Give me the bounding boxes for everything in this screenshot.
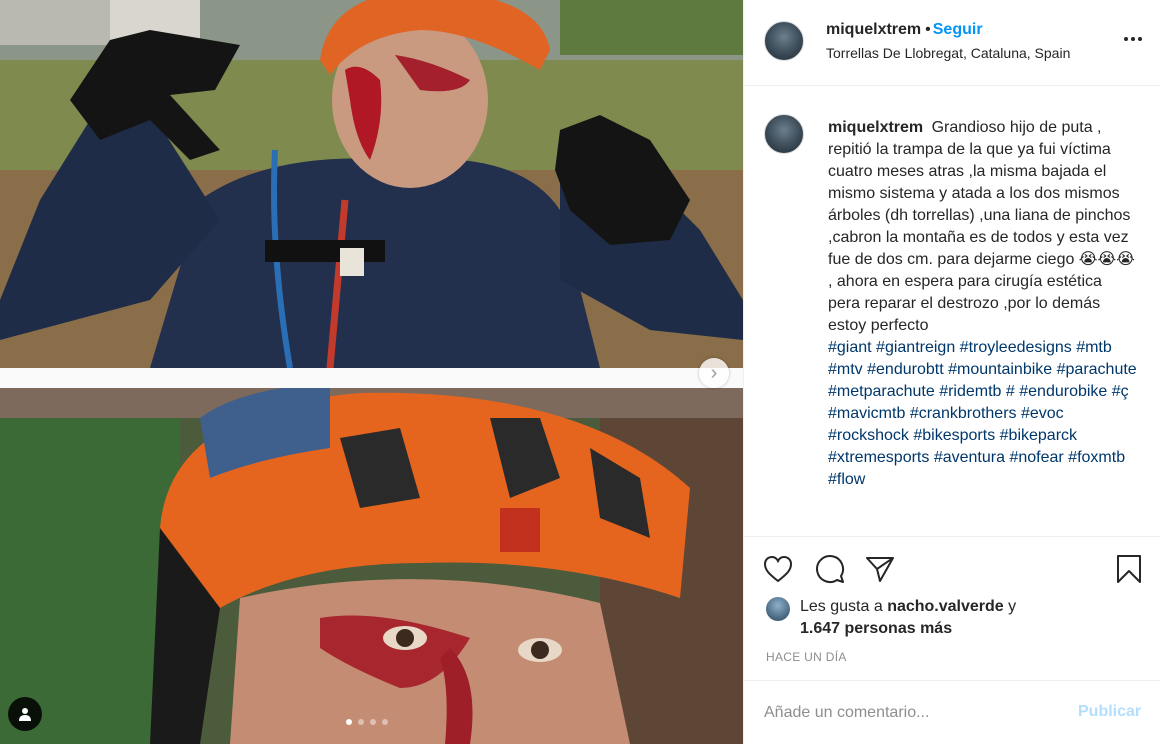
photo-rider-closeup <box>0 388 743 744</box>
hashtag-link[interactable]: #foxmtb <box>1068 449 1125 466</box>
action-bar <box>744 538 1160 598</box>
like-button[interactable] <box>762 553 794 585</box>
caption-text: Grandioso hijo de puta , repitió la tram… <box>828 119 1135 334</box>
hashtag-link[interactable]: #rockshock <box>828 427 909 444</box>
carousel-dot <box>346 719 352 725</box>
hashtag-link[interactable]: #mtb <box>1076 339 1112 356</box>
photo-illustration-top <box>0 0 743 368</box>
hashtag-link[interactable]: #giantreign <box>876 339 955 356</box>
likes-conjunction: y <box>1008 598 1017 615</box>
photo-rider-gesture <box>0 0 743 368</box>
author-username[interactable]: miquelxtrem <box>826 21 921 38</box>
chevron-right-icon: › <box>710 362 718 384</box>
comment-button[interactable] <box>814 553 846 585</box>
publish-button[interactable]: Publicar <box>1078 703 1141 721</box>
hashtag-link[interactable]: #ridemtb <box>939 383 1001 400</box>
hashtag-link[interactable]: #mountainbike <box>948 361 1052 378</box>
hashtag-link[interactable]: # <box>1006 383 1015 400</box>
photo-illustration-bottom <box>0 388 743 744</box>
carousel-indicator <box>346 719 388 725</box>
hashtag-link[interactable]: #xtremesports <box>828 449 929 466</box>
hashtag-link[interactable]: #bikesports <box>913 427 995 444</box>
comment-icon <box>816 555 844 583</box>
comment-input[interactable] <box>764 699 1064 727</box>
hashtag-link[interactable]: #bikeparck <box>1000 427 1077 444</box>
post-header: miquelxtrem • Seguir Torrellas De Llobrega… <box>744 0 1160 86</box>
share-icon <box>866 557 894 582</box>
hashtag-link[interactable]: #flow <box>828 471 865 488</box>
author-line: miquelxtrem • Seguir <box>826 21 983 39</box>
caption: miquelxtrem Grandioso hijo de puta , rep… <box>828 117 1138 491</box>
hashtag-link[interactable]: #crankbrothers <box>910 405 1017 422</box>
likes-others[interactable]: 1.647 personas más <box>800 618 952 640</box>
liker-avatar[interactable] <box>766 597 790 621</box>
hashtag-link[interactable]: #ç <box>1112 383 1129 400</box>
more-options-button[interactable] <box>1121 27 1145 51</box>
hashtag-link[interactable]: #metparachute <box>828 383 935 400</box>
hashtag-link[interactable]: #nofear <box>1009 449 1063 466</box>
author-avatar[interactable] <box>764 21 804 61</box>
hashtag-link[interactable]: #mtv <box>828 361 863 378</box>
heart-icon <box>763 555 793 583</box>
first-liker[interactable]: nacho.valverde <box>887 598 1004 615</box>
post-location[interactable]: Torrellas De Llobregat, Cataluna, Spain <box>826 45 1070 61</box>
carousel-next-button[interactable]: › <box>699 358 729 388</box>
hashtag-link[interactable]: #endurobtt <box>867 361 944 378</box>
hashtag-list: #giant #giantreign #troyleedesigns #mtb … <box>828 337 1138 491</box>
comment-bar: Publicar <box>744 680 1160 744</box>
post-timestamp[interactable]: HACE UN DÍA <box>766 650 847 664</box>
separator-dot: • <box>925 21 931 38</box>
follow-button[interactable]: Seguir <box>933 21 983 38</box>
likes-line: Les gusta a nacho.valverde y <box>800 596 1016 618</box>
hashtag-link[interactable]: #troyleedesigns <box>960 339 1072 356</box>
carousel-dot <box>382 719 388 725</box>
tagged-users-button[interactable] <box>8 697 42 731</box>
hashtag-link[interactable]: #evoc <box>1021 405 1064 422</box>
likes-prefix: Les gusta a <box>800 598 883 615</box>
hashtag-link[interactable]: #aventura <box>934 449 1005 466</box>
carousel-dot <box>358 719 364 725</box>
caption-username[interactable]: miquelxtrem <box>828 119 923 136</box>
caption-author-avatar[interactable] <box>764 114 804 154</box>
bookmark-icon <box>1117 555 1141 583</box>
post-media[interactable]: › <box>0 0 743 744</box>
hashtag-link[interactable]: #giant <box>828 339 872 356</box>
save-button[interactable] <box>1113 553 1145 585</box>
carousel-dot <box>370 719 376 725</box>
post-side-panel: miquelxtrem • Seguir Torrellas De Llobrega… <box>743 0 1160 744</box>
caption-section: miquelxtrem Grandioso hijo de puta , rep… <box>744 87 1160 537</box>
hashtag-link[interactable]: #mavicmtb <box>828 405 905 422</box>
photo-divider <box>0 368 743 388</box>
hashtag-link[interactable]: #endurobike <box>1019 383 1107 400</box>
hashtag-link[interactable]: #parachute <box>1057 361 1137 378</box>
user-icon <box>19 708 31 721</box>
more-horizontal-icon <box>1124 37 1142 41</box>
share-button[interactable] <box>864 553 896 585</box>
